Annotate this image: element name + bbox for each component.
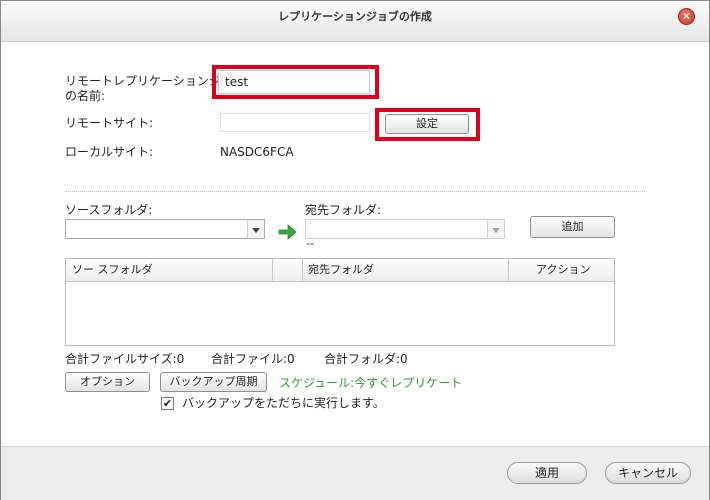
folder-pairs-table: ソー スフォルダ 宛先フォルダ アクション <box>65 258 615 346</box>
total-files: 合計ファイル:0 <box>211 352 295 366</box>
remote-site-label: リモートサイト: <box>65 116 154 130</box>
local-site-value: NASDC6FCA <box>220 145 294 159</box>
dialog-titlebar: レプリケーションジョブの作成 ✕ <box>1 1 709 42</box>
source-folder-label: ソースフォルダ: <box>65 203 153 217</box>
job-name-input[interactable]: test <box>218 70 370 94</box>
local-site-label: ローカルサイト: <box>65 145 154 159</box>
remote-site-input[interactable] <box>220 113 370 132</box>
checkmark-icon: ✔ <box>162 397 173 410</box>
dialog-footer: 適用 キャンセル <box>1 446 709 500</box>
replication-job-dialog: レプリケーションジョブの作成 ✕ リモートレプリケーションジョブ の名前: te… <box>0 0 710 500</box>
column-separator <box>508 259 509 281</box>
options-button[interactable]: オプション <box>65 372 150 392</box>
cancel-button[interactable]: キャンセル <box>605 462 691 484</box>
schedule-status: スケジュール:今すぐレプリケート <box>279 376 463 390</box>
apply-button[interactable]: 適用 <box>507 462 587 484</box>
total-size: 合計ファイルサイズ:0 <box>65 352 185 366</box>
total-folders: 合計フォルダ:0 <box>324 352 408 366</box>
run-now-label: バックアップをただちに実行します。 <box>182 396 385 410</box>
column-separator <box>272 259 273 281</box>
column-action[interactable]: アクション <box>536 259 590 281</box>
close-icon[interactable]: ✕ <box>678 8 695 25</box>
dest-folder-hint: -- <box>306 237 314 250</box>
run-now-checkbox[interactable]: ✔ <box>161 397 174 410</box>
chevron-down-icon[interactable] <box>247 220 264 238</box>
add-button[interactable]: 追加 <box>530 216 615 238</box>
dest-folder-label: 宛先フォルダ: <box>305 203 382 217</box>
arrow-right-icon <box>278 224 297 240</box>
dialog-title: レプリケーションジョブの作成 <box>278 10 432 23</box>
column-dest-folder[interactable]: 宛先フォルダ <box>308 259 374 281</box>
section-divider <box>65 191 645 192</box>
chevron-down-icon[interactable] <box>487 220 504 238</box>
dest-folder-select[interactable] <box>305 219 505 239</box>
backup-schedule-button[interactable]: バックアップ周期 <box>160 372 267 392</box>
table-header: ソー スフォルダ 宛先フォルダ アクション <box>66 259 614 282</box>
settings-button[interactable]: 設定 <box>385 114 469 134</box>
source-folder-select[interactable] <box>65 219 265 239</box>
column-separator <box>302 259 303 281</box>
column-source-folder[interactable]: ソー スフォルダ <box>72 259 153 281</box>
